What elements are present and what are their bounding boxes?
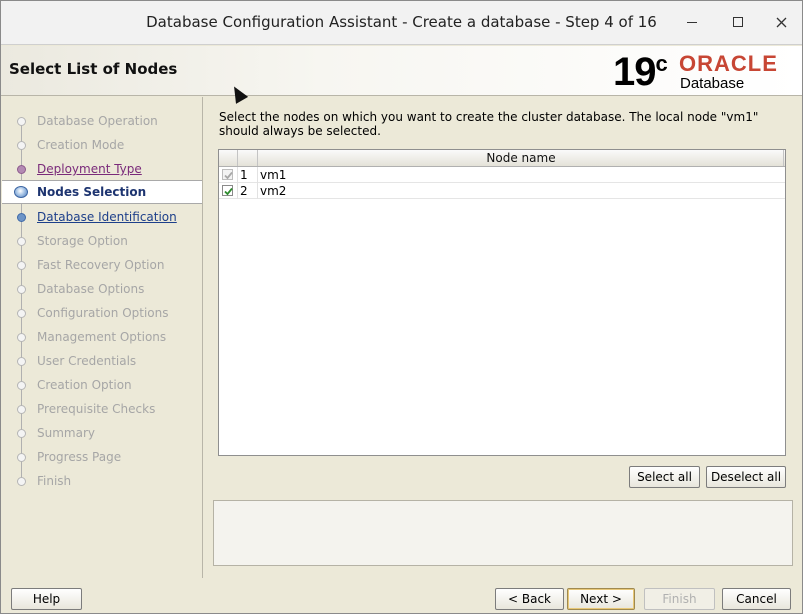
header-check-column [219,150,238,166]
nav-step-finish: Finish [2,469,202,493]
header-node-name[interactable]: Node name [258,151,784,165]
title-bar[interactable]: Database Configuration Assistant - Creat… [1,1,802,45]
close-icon [776,17,786,27]
finish-button: Finish [644,588,715,610]
node-name-cell: vm2 [260,184,287,198]
minimize-button[interactable] [677,9,707,35]
node-checkbox [222,169,233,180]
close-button[interactable] [766,9,796,35]
nav-step-label: Creation Option [37,378,132,392]
nav-step-database-operation: Database Operation [2,109,202,133]
nav-step-label: Finish [37,474,72,488]
step-indicator-icon [17,309,26,318]
nav-step-creation-option: Creation Option [2,373,202,397]
nav-step-storage-option: Storage Option [2,229,202,253]
nav-step-fast-recovery-option: Fast Recovery Option [2,253,202,277]
nav-step-label: Database Options [37,282,145,296]
nav-step-deployment-type[interactable]: Deployment Type [2,157,202,181]
page-title: Select List of Nodes [9,60,178,78]
checkmark-icon [224,171,233,180]
dbca-window: Database Configuration Assistant - Creat… [0,0,803,614]
logo-brand: ORACLE [679,51,778,76]
cell-divider [257,167,258,183]
nav-step-management-options: Management Options [2,325,202,349]
nav-step-summary: Summary [2,421,202,445]
minimize-icon [687,21,697,23]
step-indicator-icon [17,333,26,342]
select-all-button[interactable]: Select all [629,466,700,488]
logo-version: 19c [613,50,668,94]
step-indicator-icon [17,381,26,390]
header-index-column [238,150,258,166]
node-name-cell: vm1 [260,168,287,182]
step-indicator-icon [17,429,26,438]
table-row[interactable]: 1 vm1 [219,167,785,183]
nodes-table: Node name 1 vm1 2 vm2 [218,149,786,456]
step-indicator-icon [17,477,26,486]
main-content: Select the nodes on which you want to cr… [204,97,802,578]
step-indicator-icon [17,165,26,174]
help-button[interactable]: Help [11,588,82,610]
nav-step-label: Summary [37,426,95,440]
cancel-button[interactable]: Cancel [722,588,791,610]
step-indicator-icon [17,453,26,462]
cell-divider [237,167,238,183]
nav-step-label: Prerequisite Checks [37,402,156,416]
page-header: Select List of Nodes 19c ORACLE Database [1,46,802,96]
nav-step-label: Creation Mode [37,138,125,152]
step-indicator-icon [14,186,28,198]
nav-step-configuration-options: Configuration Options [2,301,202,325]
maximize-button[interactable] [723,9,753,35]
nav-step-label: User Credentials [37,354,137,368]
cell-divider [257,183,258,199]
step-indicator-icon [17,261,26,270]
next-button[interactable]: Next > [567,588,635,610]
table-row[interactable]: 2 vm2 [219,183,785,199]
nav-step-label: Nodes Selection [37,185,147,199]
nav-step-creation-mode: Creation Mode [2,133,202,157]
nav-step-label: Storage Option [37,234,128,248]
deselect-all-button[interactable]: Deselect all [706,466,786,488]
row-index: 2 [240,184,248,198]
nav-step-prerequisite-checks: Prerequisite Checks [2,397,202,421]
node-checkbox[interactable] [222,185,233,196]
nav-step-database-identification[interactable]: Database Identification [2,205,202,229]
nav-step-label: Fast Recovery Option [37,258,165,272]
nav-step-database-options: Database Options [2,277,202,301]
nav-step-label: Management Options [37,330,167,344]
header-end [783,150,785,166]
step-indicator-icon [17,117,26,126]
maximize-icon [733,17,743,27]
nav-step-progress-page: Progress Page [2,445,202,469]
nav-step-user-credentials: User Credentials [2,349,202,373]
checkmark-icon [224,187,233,196]
nav-step-label: Database Identification [37,210,177,224]
row-index: 1 [240,168,248,182]
table-header: Node name [219,150,785,167]
step-indicator-icon [17,405,26,414]
step-indicator-icon [17,213,26,222]
step-indicator-icon [17,357,26,366]
logo-product: Database [680,75,745,92]
nav-step-nodes-selection: Nodes Selection [2,180,202,204]
back-button[interactable]: < Back [495,588,564,610]
nav-step-label: Database Operation [37,114,158,128]
nav-step-label: Progress Page [37,450,122,464]
nav-step-label: Deployment Type [37,162,142,176]
instructions-text: Select the nodes on which you want to cr… [219,110,759,138]
step-indicator-icon [17,237,26,246]
cell-divider [237,183,238,199]
message-area [213,500,793,566]
nav-step-label: Configuration Options [37,306,169,320]
step-indicator-icon [17,141,26,150]
step-navigation: Database Operation Creation Mode Deploymen… [2,97,203,578]
step-indicator-icon [17,285,26,294]
